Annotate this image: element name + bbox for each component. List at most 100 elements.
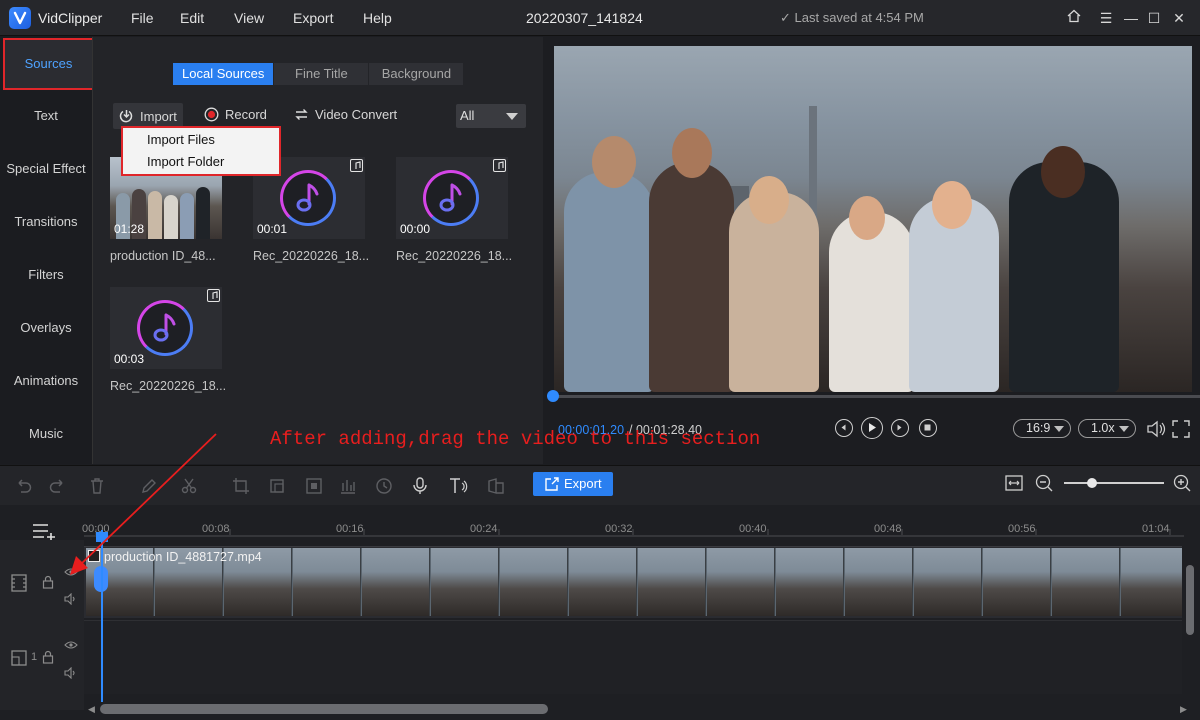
import-label: Import [140,108,177,124]
source-panel: Local Sources Fine Title Background Impo… [92,37,543,464]
lock-icon[interactable] [42,575,54,594]
record-button[interactable]: Record [204,107,267,122]
rotate-icon[interactable] [268,477,286,495]
undo-icon[interactable] [15,477,33,495]
media-duration: 00:00 [400,222,431,236]
ruler-tick-label: 00:56 [1008,523,1036,535]
ruler-tick-label: 00:40 [739,523,767,535]
zoom-in-icon[interactable] [1173,474,1191,497]
export-icon [545,477,559,491]
app-name: VidClipper [38,10,103,26]
zoom-slider-handle[interactable] [1087,478,1097,488]
menu-file[interactable]: File [131,10,154,26]
title-bar: VidClipper File Edit View Export Help 20… [0,0,1200,36]
eye-icon[interactable] [64,637,78,655]
record-label: Record [225,107,267,122]
stop-icon[interactable] [919,419,937,437]
scroll-right-icon[interactable]: ▶ [1180,704,1187,715]
menu-view[interactable]: View [234,10,264,26]
menu-help[interactable]: Help [363,10,392,26]
sidebar-item-animations[interactable]: Animations [0,373,92,388]
play-icon[interactable] [861,417,883,439]
playback-speed-select[interactable]: 1.0x [1078,419,1136,438]
text-to-speech-icon[interactable] [449,477,468,495]
zoom-slider-track[interactable] [1064,482,1164,484]
home-icon[interactable] [1065,9,1083,27]
vertical-scrollbar[interactable] [1186,565,1194,635]
music-badge-icon [207,289,220,302]
import-dropdown-menu: Import Files Import Folder [121,126,281,176]
chevron-down-icon [506,113,518,120]
video-convert-button[interactable]: Video Convert [294,107,397,122]
duration-clock-icon[interactable] [375,477,393,495]
export-button[interactable]: Export [533,472,613,496]
ruler-tick-label: 00:48 [874,523,902,535]
track-volume-icon[interactable] [64,592,78,610]
tutorial-annotation: After adding,drag the video to this sect… [270,428,761,450]
crop-icon[interactable] [232,477,250,495]
tab-local-sources[interactable]: Local Sources [173,63,274,85]
audio-thumbnail: 00:03 [110,287,222,369]
seek-bar-handle[interactable] [547,390,559,402]
music-badge-icon [493,159,506,172]
import-files-option[interactable]: Import Files [147,132,215,147]
app-logo-icon [9,7,31,29]
chevron-down-icon [1054,426,1064,432]
export-label: Export [564,476,602,491]
timeline-ruler[interactable]: 00:00 00:08 00:16 00:24 00:32 00:40 00:4… [82,507,1184,537]
close-icon[interactable]: ✕ [1170,9,1188,27]
mosaic-icon[interactable] [305,477,323,495]
media-name: Rec_20220226_18... [396,249,513,263]
fullscreen-icon[interactable] [1172,420,1190,443]
lock-icon[interactable] [42,650,54,669]
import-folder-option[interactable]: Import Folder [147,154,224,169]
sidebar-item-filters[interactable]: Filters [0,267,92,282]
video-track-icon [10,574,28,597]
aspect-ratio-select[interactable]: 16:9 [1013,419,1071,438]
media-name: Rec_20220226_18... [253,249,370,263]
menu-export[interactable]: Export [293,10,333,26]
minimize-icon[interactable]: — [1122,9,1140,27]
sidebar-item-text[interactable]: Text [0,108,92,123]
record-icon [204,107,219,122]
media-filter-select[interactable]: All [456,104,526,128]
scroll-left-icon[interactable]: ◀ [88,704,95,715]
overlay-track[interactable] [84,620,1182,694]
tab-fine-title[interactable]: Fine Title [274,63,369,85]
sidebar-item-overlays[interactable]: Overlays [0,320,92,335]
tab-background[interactable]: Background [369,63,464,85]
volume-icon[interactable] [1146,420,1168,443]
sticker-icon[interactable] [487,477,505,495]
sidebar-item-sources[interactable]: Sources [3,38,94,90]
ruler-tick-label: 01:04 [1142,523,1170,535]
import-icon [119,109,133,122]
ruler-tick-label: 00:32 [605,523,633,535]
microphone-icon[interactable] [411,477,429,495]
previous-frame-icon[interactable] [835,419,853,437]
media-item-audio[interactable]: 00:00 Rec_20220226_18... [396,157,513,263]
media-name: Rec_20220226_18... [110,379,227,393]
track-number: 1 [31,651,38,663]
maximize-icon[interactable]: ☐ [1145,9,1163,27]
save-status: ✓ Last saved at 4:54 PM [780,10,924,25]
preview-video-frame[interactable] [554,46,1192,392]
audio-levels-icon[interactable] [339,477,357,495]
music-note-icon [280,170,336,226]
video-convert-label: Video Convert [315,107,398,122]
sidebar-item-transitions[interactable]: Transitions [0,214,92,229]
seek-bar-track[interactable] [554,395,1200,398]
track-volume-icon[interactable] [64,666,78,684]
next-frame-icon[interactable] [891,419,909,437]
menu-edit[interactable]: Edit [180,10,204,26]
media-item-audio[interactable]: 00:03 Rec_20220226_18... [110,287,227,393]
music-badge-icon [350,159,363,172]
playback-speed-value: 1.0x [1091,421,1115,435]
horizontal-scrollbar[interactable] [100,704,548,714]
zoom-out-icon[interactable] [1035,474,1053,497]
fit-timeline-icon[interactable] [1005,474,1023,497]
menu-lines-icon[interactable]: ☰ [1097,9,1115,27]
aspect-ratio-value: 16:9 [1026,421,1051,435]
sidebar-item-special-effect[interactable]: Special Effect [0,161,92,176]
media-duration: 00:01 [257,222,288,236]
music-note-icon [423,170,479,226]
